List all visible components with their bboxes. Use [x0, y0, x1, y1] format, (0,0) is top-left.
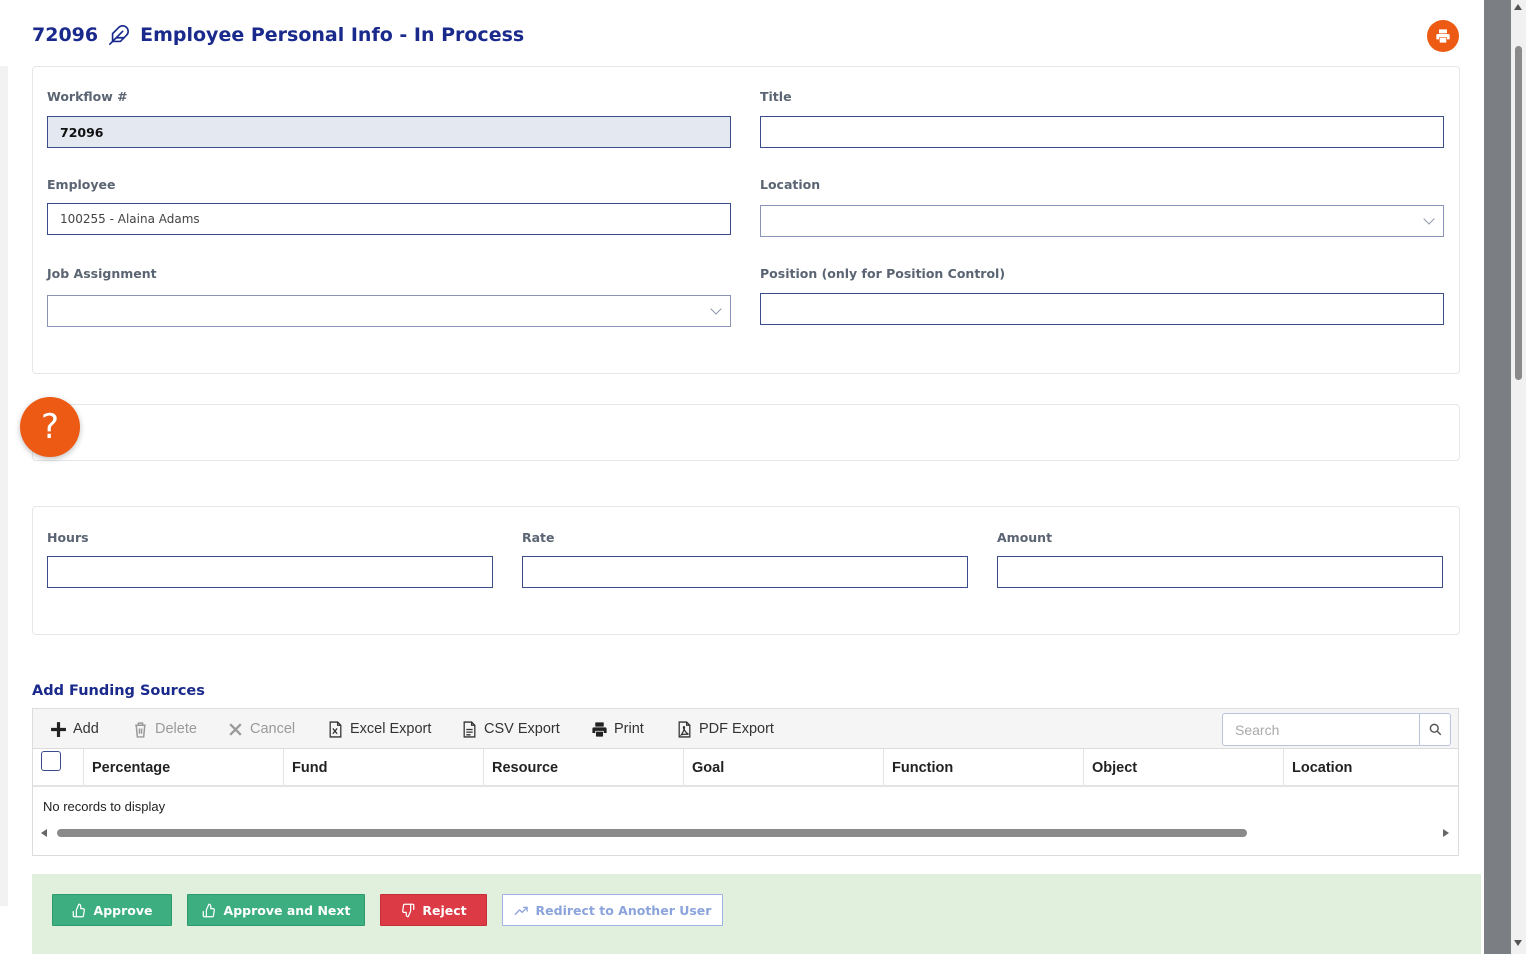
redirect-label: Redirect to Another User	[535, 902, 712, 918]
trend-arrow-icon	[514, 906, 528, 915]
title-label: Title	[760, 89, 792, 104]
grid-header: Percentage Fund Resource Goal Function O…	[33, 749, 1458, 787]
amount-field[interactable]	[997, 556, 1443, 588]
redirect-button[interactable]: Redirect to Another User	[502, 894, 723, 926]
column-header[interactable]: Fund	[283, 749, 483, 787]
search-icon	[1429, 723, 1441, 736]
printer-icon	[1436, 29, 1450, 43]
scroll-left-icon[interactable]	[41, 829, 47, 837]
trash-icon	[135, 721, 146, 738]
position-field[interactable]	[760, 293, 1444, 325]
column-header[interactable]: Function	[883, 749, 1083, 787]
workflow-field: 72096	[47, 116, 731, 148]
print-button[interactable]	[1427, 20, 1459, 52]
excel-export-label: Excel Export	[350, 721, 432, 737]
hours-field[interactable]	[47, 556, 493, 588]
excel-export-button[interactable]: Excel Export	[327, 719, 431, 739]
pdf-export-button[interactable]: PDF Export	[676, 719, 774, 739]
employee-label: Employee	[47, 177, 116, 192]
delete-button[interactable]: Delete	[132, 719, 197, 739]
left-backdrop	[0, 0, 8, 954]
approve-and-next-button[interactable]: Approve and Next	[187, 894, 365, 926]
position-label: Position (only for Position Control)	[760, 266, 1006, 281]
printer-icon	[592, 721, 607, 737]
horizontal-scrollbar[interactable]	[33, 826, 1458, 840]
help-button[interactable]: ?	[20, 397, 80, 457]
select-all-checkbox[interactable]	[41, 751, 61, 771]
employee-field[interactable]: 100255 - Alaina Adams	[47, 203, 731, 235]
approve-and-next-label: Approve and Next	[223, 902, 351, 918]
scroll-right-icon[interactable]	[1443, 829, 1449, 837]
cancel-label: Cancel	[250, 721, 296, 737]
location-select[interactable]	[760, 205, 1444, 237]
column-header[interactable]: Goal	[683, 749, 883, 787]
column-header[interactable]: Location	[1283, 749, 1458, 787]
add-button[interactable]: Add	[50, 719, 99, 739]
title-field[interactable]	[760, 116, 1444, 148]
close-icon	[229, 722, 242, 736]
workflow-number: 72096	[32, 24, 99, 46]
scroll-down-icon[interactable]	[1514, 940, 1522, 946]
page-header: 72096 Employee Personal Info - In Proces…	[32, 20, 524, 50]
location-label: Location	[760, 177, 821, 192]
print-grid-button[interactable]: Print	[591, 719, 644, 739]
column-header[interactable]: Object	[1083, 749, 1283, 787]
chevron-down-icon	[1423, 213, 1435, 225]
csv-export-label: CSV Export	[484, 721, 560, 737]
print-label: Print	[614, 721, 644, 737]
feather-icon	[109, 25, 130, 45]
page-title: Employee Personal Info - In Process	[140, 24, 525, 46]
thumbs-down-icon	[402, 903, 415, 917]
grid-toolbar: Add Delete Cancel Excel Export CSV Expor…	[33, 709, 1458, 749]
horizontal-scrollbar-thumb[interactable]	[57, 829, 1247, 837]
chevron-down-icon	[710, 303, 722, 315]
grid-search-input[interactable]: Search	[1222, 713, 1420, 746]
excel-file-icon	[329, 720, 342, 738]
column-header[interactable]: Percentage	[83, 749, 283, 787]
scroll-up-icon[interactable]	[1514, 4, 1522, 10]
job-assignment-select[interactable]	[47, 295, 731, 327]
csv-export-button[interactable]: CSV Export	[461, 719, 560, 739]
workflow-label: Workflow #	[47, 89, 128, 104]
hours-label: Hours	[47, 530, 89, 545]
thumbs-up-icon	[72, 903, 85, 917]
job-assignment-label: Job Assignment	[47, 266, 157, 281]
rate-label: Rate	[522, 530, 555, 545]
search-button[interactable]	[1419, 713, 1451, 746]
thumbs-up-icon	[202, 903, 215, 917]
scrollbar-thumb[interactable]	[1515, 46, 1522, 380]
cancel-button[interactable]: Cancel	[227, 719, 295, 739]
pdf-export-label: PDF Export	[699, 721, 774, 737]
add-label: Add	[73, 721, 99, 737]
reject-label: Reject	[422, 902, 467, 918]
plus-icon	[51, 721, 66, 737]
funding-grid: Add Delete Cancel Excel Export CSV Expor…	[32, 708, 1459, 856]
empty-section-card	[32, 404, 1460, 461]
delete-label: Delete	[155, 721, 197, 737]
vertical-scrollbar[interactable]	[1511, 0, 1526, 954]
csv-file-icon	[463, 720, 476, 738]
reject-button[interactable]: Reject	[380, 894, 487, 926]
rate-field[interactable]	[522, 556, 968, 588]
approve-label: Approve	[93, 902, 153, 918]
approve-button[interactable]: Approve	[52, 894, 172, 926]
amount-label: Amount	[997, 530, 1053, 545]
funding-section-title: Add Funding Sources	[32, 683, 205, 699]
pdf-file-icon	[678, 720, 691, 738]
empty-message: No records to display	[43, 799, 166, 814]
action-bar: Approve Approve and Next Reject Redirect…	[32, 874, 1481, 954]
column-header[interactable]: Resource	[483, 749, 683, 787]
